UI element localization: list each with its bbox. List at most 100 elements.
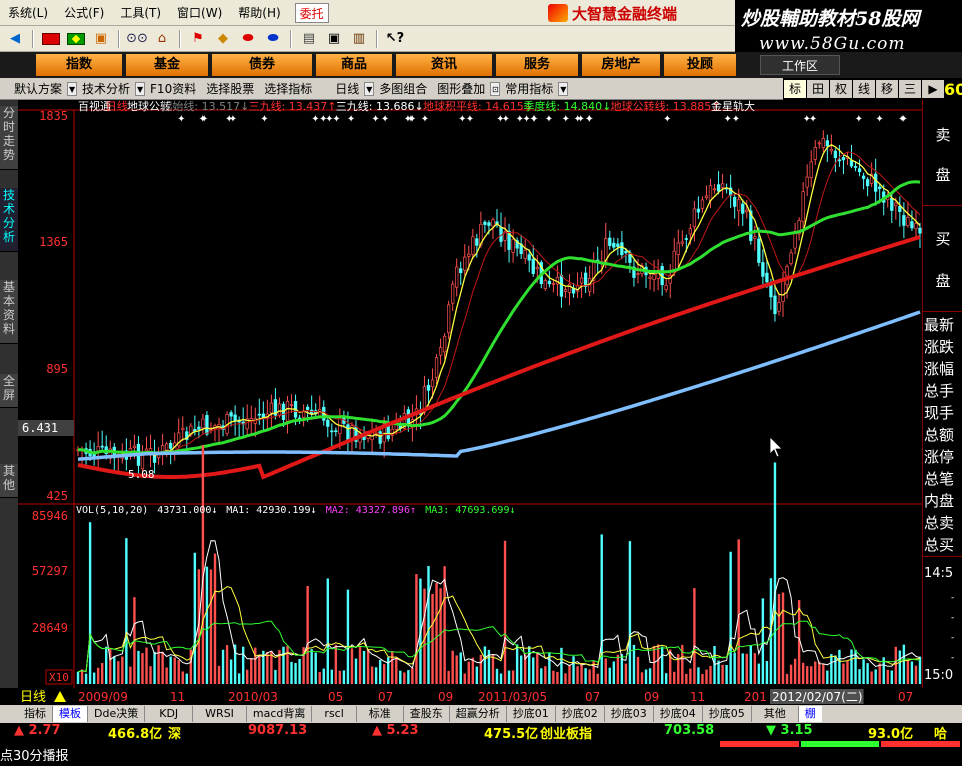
books-icon[interactable]: ▥ [348,29,370,49]
mark-button[interactable]: 标 [784,80,806,98]
pill-red-icon[interactable]: ⬬ [237,29,259,49]
tab-shareholder[interactable]: 查股东 [404,706,450,722]
star-marker-icon: ✦ [803,114,811,125]
grid-button[interactable]: 田 [807,80,829,98]
binoculars-icon[interactable]: ⊙⊙ [126,29,148,49]
help-cursor-icon[interactable]: ↖? [384,29,406,49]
candle-body [817,142,821,145]
tab-bottom04[interactable]: 抄底04 [654,706,703,722]
date-tick-label: 07 [378,690,393,704]
category-fund[interactable]: 基金 [126,54,208,76]
volume-bar [193,552,197,684]
menu-formula[interactable]: 公式(F) [56,3,112,23]
chevron-down-icon[interactable]: ▼ [364,81,375,96]
category-index[interactable]: 指数 [36,54,122,76]
tab-bottom03[interactable]: 抄底03 [605,706,654,722]
menu-button[interactable]: 三 [899,80,921,98]
scheme-dropdown[interactable]: 默认方案 [0,79,67,99]
volume-bar [721,664,724,684]
tab-kdj[interactable]: KDJ [145,706,194,722]
volume-bar [189,649,193,684]
tab-fundamental[interactable]: 基本资料 [0,280,18,344]
period-label: 日线 [20,690,46,705]
menu-help[interactable]: 帮助(H) [230,3,288,23]
price-tick-label: 1365 [39,235,68,249]
chevron-down-icon[interactable]: ▼ [558,81,569,96]
lock-icon[interactable]: ⊡ [490,81,501,96]
tab-fullscreen[interactable]: 全屏 [0,374,18,408]
tech-analysis-dropdown[interactable]: 技术分析 [77,79,135,99]
tab-other[interactable]: 其他 [752,706,799,722]
select-stock-button[interactable]: 选择股票 [201,79,259,99]
workspace-button[interactable]: 工作区 [760,55,840,75]
candle-body [684,238,688,240]
overlay-button[interactable]: 图形叠加 [432,79,490,99]
category-advisor[interactable]: 投顾 [664,54,736,76]
tab-bottom02[interactable]: 抄底02 [556,706,605,722]
candle-body [777,302,781,312]
menu-tools[interactable]: 工具(T) [112,3,169,23]
chevron-down-icon[interactable]: ▼ [67,81,78,96]
arrow-left-icon[interactable]: ◀ [4,29,26,49]
f10-button[interactable]: F10资料 [145,79,201,99]
brand-logo-icon [548,4,568,22]
pill-blue-icon[interactable]: ⬬ [262,29,284,49]
category-service[interactable]: 服务 [496,54,578,76]
diamond-icon[interactable]: ◆ [212,29,234,49]
volume-bar [805,666,809,684]
category-news[interactable]: 资讯 [396,54,492,76]
tab-extra[interactable]: 棚 [798,706,822,722]
tab-standard[interactable]: 标准 [357,706,404,722]
kline-chart[interactable]: ✦✦ ✦ ✦ ✦✦ ✦✦✦ ✦ ✦✦ ✦✦✦ ✦ ✦✦ ✦✦ ✦✦✦ ✦✦ ✦ ✦✦ ✦✦ ✦ ✦ ✦✦ ✦ ✦ ✦✦ ✦✦… [18,100,922,688]
move-button[interactable]: 移 [876,80,898,98]
play-button[interactable]: ▶ [922,80,944,98]
tab-template[interactable]: 模板 [53,706,88,722]
flag-cn-icon[interactable] [40,29,62,49]
line-button[interactable]: 线 [853,80,875,98]
window-icon[interactable]: ▣ [323,29,345,49]
document-icon[interactable]: ▤ [298,29,320,49]
multi-chart-button[interactable]: 多图组合 [374,79,432,99]
price-tick-label: 1835 [39,109,68,123]
chevron-down-icon[interactable]: ▼ [135,81,146,96]
tab-other[interactable]: 其他 [0,464,18,498]
tab-dde[interactable]: Dde决策 [88,706,146,722]
tab-wrsi[interactable]: WRSI [193,706,247,722]
flag-red-icon[interactable]: ⚑ [187,29,209,49]
tab-rscl[interactable]: rscl [312,706,357,722]
sell-label-1: 卖 [935,126,951,144]
volume-bar [834,655,837,684]
tab-macd[interactable]: macd背离 [247,706,313,722]
entrust-button[interactable]: 委托 [294,2,329,23]
tab-bottom05[interactable]: 抄底05 [703,706,752,722]
date-tick-label: 2009/09 [78,690,128,704]
menu-window[interactable]: 窗口(W) [169,3,230,23]
tab-indicator[interactable]: 指标 [18,706,53,722]
flag-br-icon[interactable] [65,29,87,49]
volume-bar [217,665,221,684]
volume-bar [80,669,84,684]
tab-intraday[interactable]: 分时走势 [0,106,18,170]
candle-body [434,357,439,378]
category-commodity[interactable]: 商品 [316,54,392,76]
volume-bar [685,673,688,684]
category-realestate[interactable]: 房地产 [582,54,660,76]
tab-technical[interactable]: 技术分析 [0,188,18,252]
volume-bar [298,658,301,684]
status-market-gem: 创业板指 [540,727,593,742]
toolbar-divider [376,29,378,48]
period-dropdown[interactable]: 日线 [317,79,364,99]
candle-body [467,253,471,257]
candle-body [346,424,350,440]
candle-body [773,295,777,315]
tab-superwin[interactable]: 超赢分析 [450,706,507,722]
category-bond[interactable]: 债券 [212,54,312,76]
tab-bottom01[interactable]: 抄底01 [507,706,556,722]
menu-system[interactable]: 系统(L) [0,3,56,23]
select-indicator-button[interactable]: 选择指标 [259,79,317,99]
rights-button[interactable]: 权 [830,80,852,98]
volume-bar [322,668,325,684]
tag-icon[interactable]: ▣ [90,29,112,49]
common-indicator-button[interactable]: 常用指标 [500,79,558,99]
home-icon[interactable]: ⌂ [151,29,173,49]
